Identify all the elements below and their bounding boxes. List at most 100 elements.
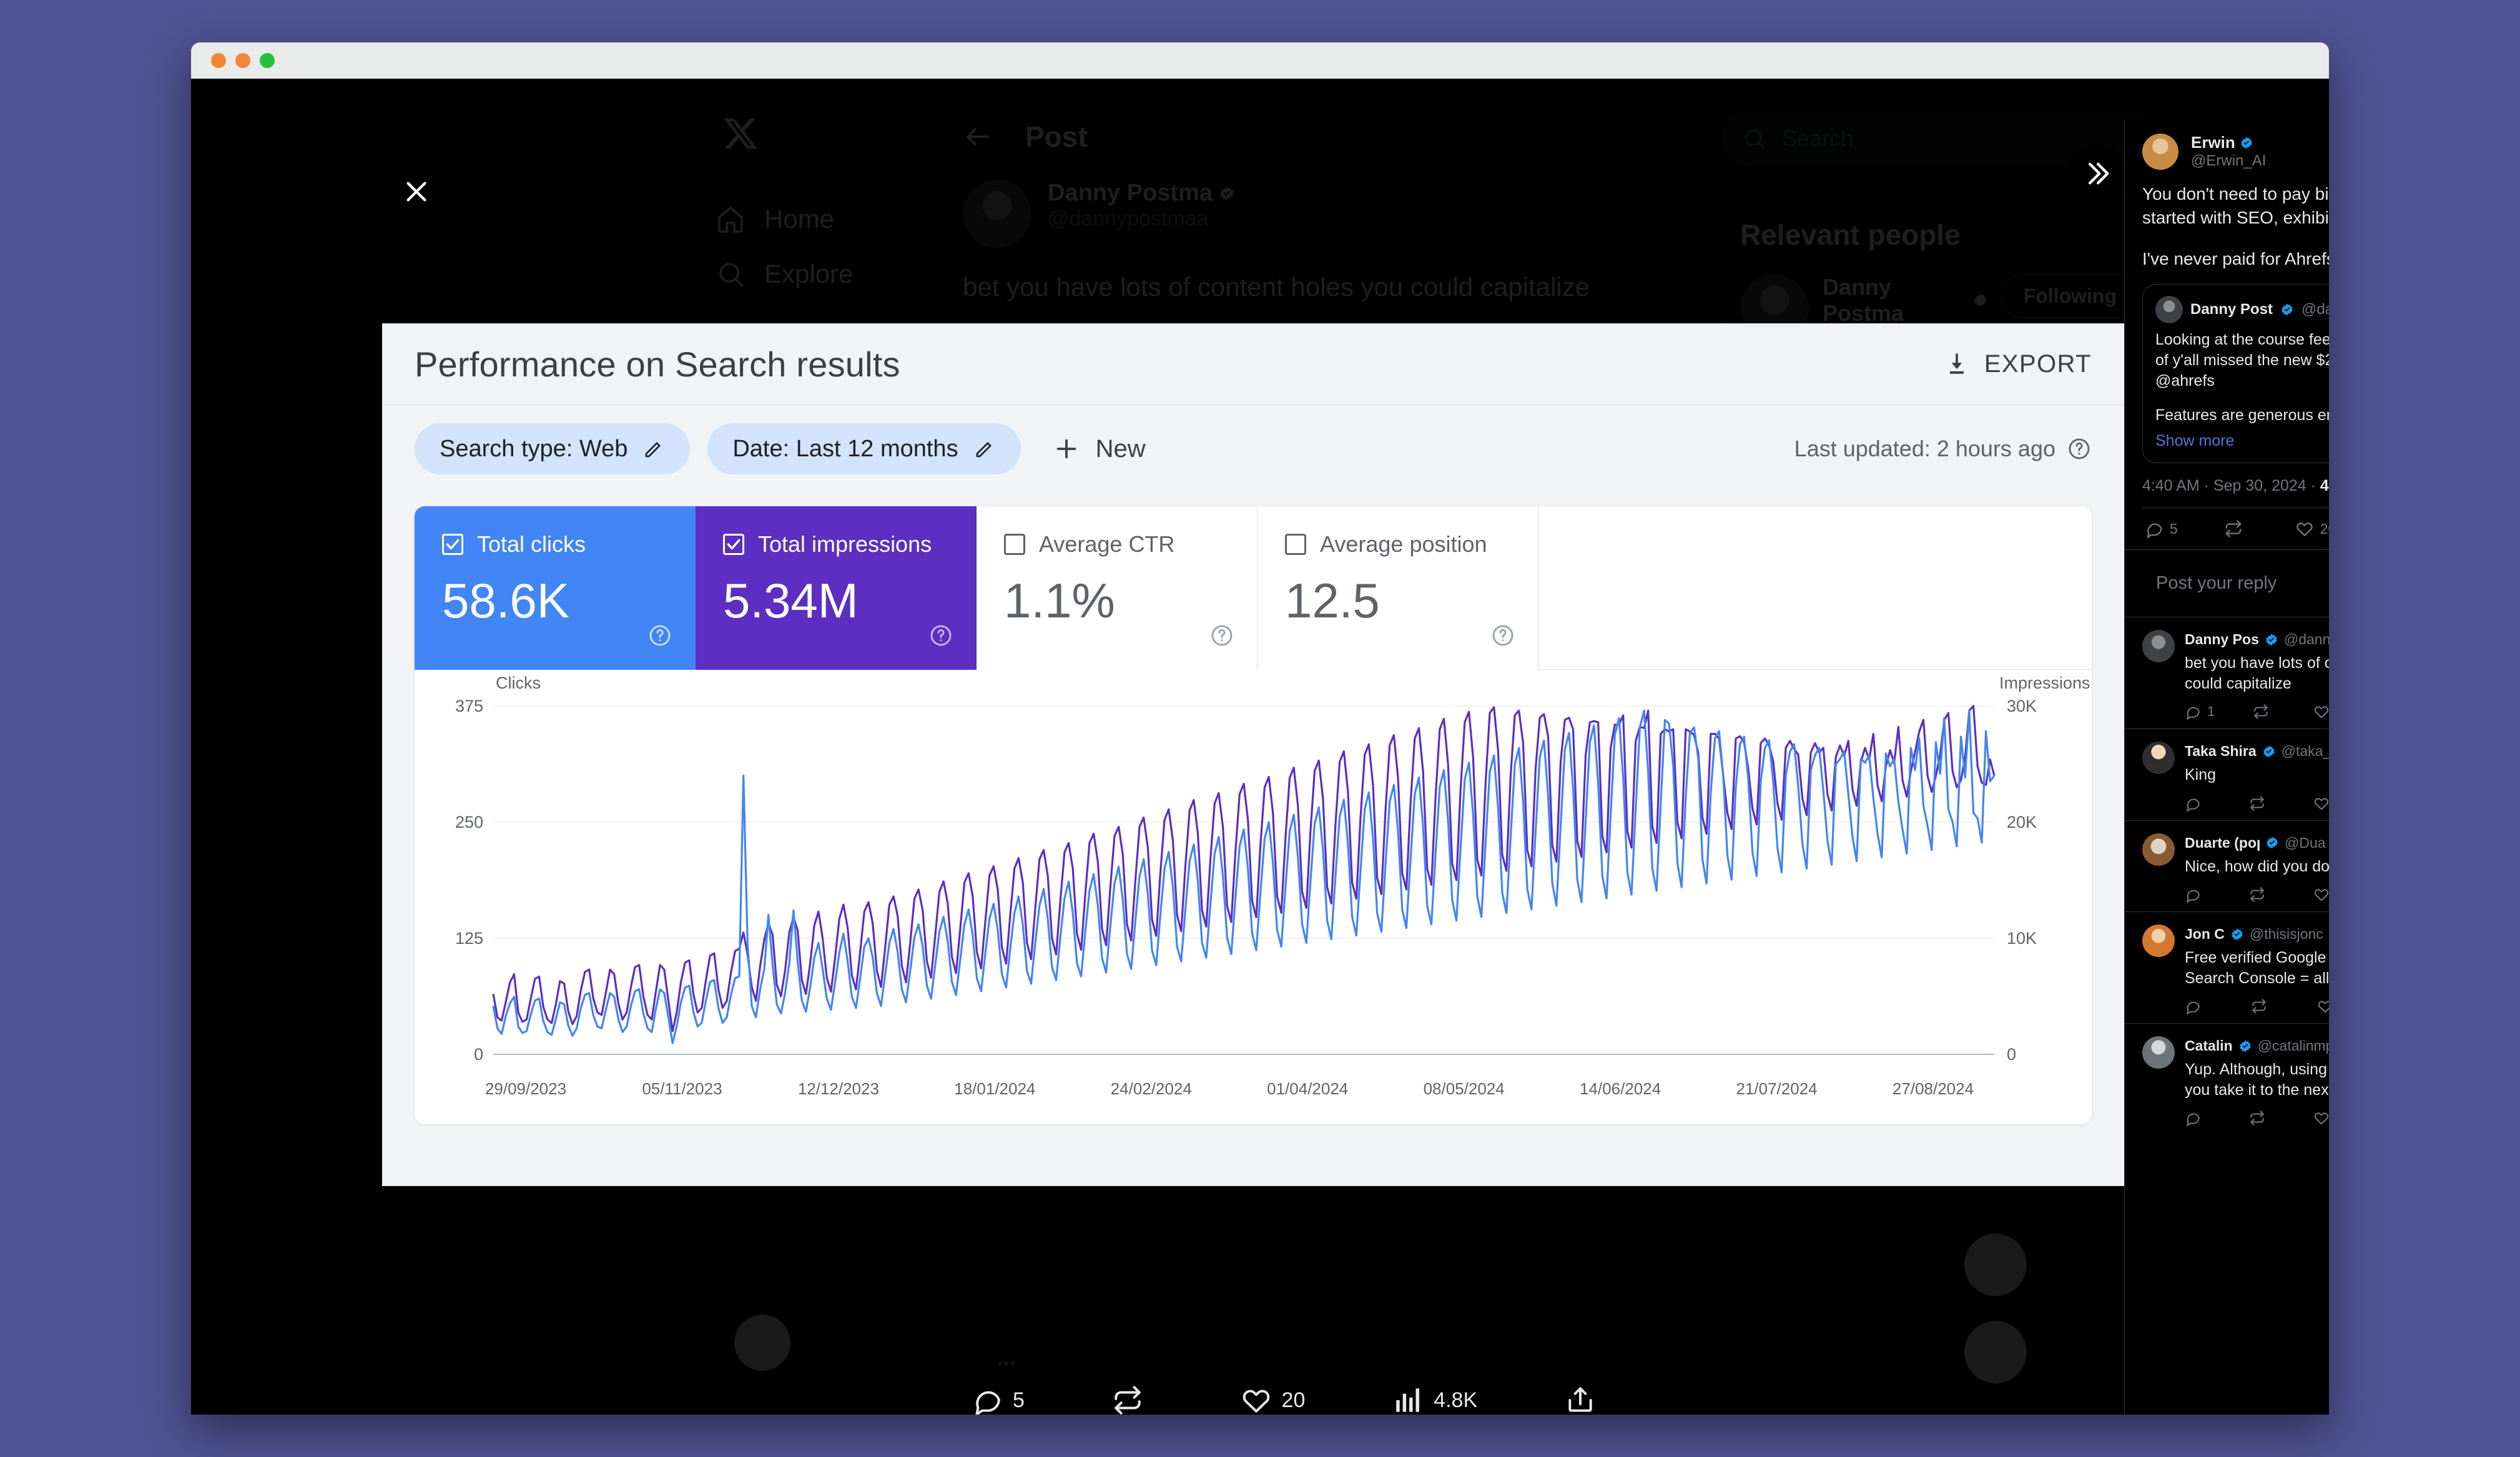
reply-input-placeholder[interactable]: Post your reply xyxy=(2142,573,2329,594)
search-icon xyxy=(1745,129,1765,149)
reply-icon xyxy=(2147,523,2162,539)
avatar[interactable] xyxy=(2142,925,2175,958)
repost-action[interactable] xyxy=(2224,519,2249,538)
browser-window: Home Explore Post Danny Postma @dannypos… xyxy=(191,42,2329,1415)
like-action[interactable] xyxy=(2313,1110,2329,1126)
avatar[interactable] xyxy=(2142,630,2175,663)
help-icon[interactable] xyxy=(1209,623,1234,651)
author-handle: @Erwin_AI xyxy=(2191,152,2267,170)
like-action[interactable] xyxy=(2313,795,2329,812)
x-logo-icon[interactable] xyxy=(722,115,759,152)
views-count: 4,837 xyxy=(2320,477,2329,495)
metric-value: 1.1% xyxy=(1004,573,1115,628)
reply-item[interactable]: Danny Pos@dannypo· Sep 30•••bet you have… xyxy=(2125,617,2329,728)
tweet-time: 4:40 AM xyxy=(2142,477,2200,495)
reply-composer[interactable]: Post your reply Reply xyxy=(2125,549,2329,617)
reply-action[interactable] xyxy=(2185,998,2207,1015)
repost-icon xyxy=(1115,1386,1141,1415)
reply-action[interactable]: 5 xyxy=(2145,519,2178,539)
verified-badge-icon xyxy=(2281,303,2293,316)
reply-item[interactable]: Taka Shira@taka_shi· Sep 30•••King100 xyxy=(2125,728,2329,820)
filter-chip-search-type[interactable]: Search type: Web xyxy=(415,423,691,474)
avatar[interactable] xyxy=(2142,742,2175,775)
reply-action[interactable] xyxy=(2185,1110,2207,1127)
reply-item[interactable]: Jon C@thisisjonc· Sep 30•••Free verified… xyxy=(2125,911,2329,1023)
metric-card-total-impressions[interactable]: Total impressions 5.34M xyxy=(696,506,977,670)
reply-action-bar: 140 xyxy=(2185,886,2329,903)
reply-item[interactable]: Catalin@catalinmpit· Sep 30•••Yup. Altho… xyxy=(2125,1023,2329,1135)
help-icon xyxy=(649,625,671,646)
tweet-paragraph: I've never paid for Ahrefs or Semrush: xyxy=(2142,248,2329,268)
x-axis-tick: 27/08/2024 xyxy=(1892,1079,1974,1098)
help-icon[interactable] xyxy=(1490,623,1515,651)
reply-action[interactable]: 5 xyxy=(972,1385,1025,1415)
help-icon[interactable] xyxy=(928,623,953,651)
post-header: Post xyxy=(934,106,1633,154)
new-filter-button[interactable]: New xyxy=(1052,434,1146,463)
quoted-author-handle: @dannypos xyxy=(2301,301,2329,318)
sidebar-item-explore[interactable]: Explore xyxy=(696,247,920,302)
repost-action[interactable] xyxy=(2249,1110,2271,1126)
filter-chip-date[interactable]: Date: Last 12 months xyxy=(707,423,1021,474)
close-modal-button[interactable] xyxy=(390,165,443,218)
checkbox-total-clicks[interactable] xyxy=(442,534,463,555)
reply-action[interactable]: 1 xyxy=(2185,704,2215,720)
metric-card-average-position[interactable]: Average position 12.5 xyxy=(1258,506,1538,670)
like-action[interactable]: 1 xyxy=(2313,886,2329,903)
performance-chart-card: Total clicks 58.6K Total impressions 5.3… xyxy=(415,506,2092,1124)
window-close-dot[interactable] xyxy=(211,53,226,68)
metric-card-average-ctr[interactable]: Average CTR 1.1% xyxy=(977,506,1258,670)
page-title: Performance on Search results xyxy=(415,344,900,384)
show-more-link[interactable]: Show more xyxy=(2155,432,2329,450)
metric-toggle-row: Total clicks 58.6K Total impressions 5.3… xyxy=(415,506,2092,670)
x-axis-tick: 12/12/2023 xyxy=(798,1079,879,1098)
reply-item[interactable]: Duarte (popa@Dua· Sep 30•••Nice, how did… xyxy=(2125,820,2329,912)
window-minimize-dot[interactable] xyxy=(235,53,250,68)
metric-card-total-clicks[interactable]: Total clicks 58.6K xyxy=(415,506,696,670)
sidebar-item-home[interactable]: Home xyxy=(696,192,920,247)
tweet-more-dots[interactable]: ••• xyxy=(997,1353,1016,1375)
y-axis-left-tick: 375 xyxy=(455,697,483,715)
heart-icon xyxy=(2315,1112,2329,1125)
back-arrow-icon[interactable] xyxy=(963,122,993,152)
like-action[interactable]: 20 xyxy=(2295,519,2329,538)
export-button[interactable]: EXPORT xyxy=(1943,350,2092,378)
verified-badge-icon xyxy=(2241,137,2252,149)
reply-icon xyxy=(2187,890,2200,903)
checkbox-average-position[interactable] xyxy=(1285,534,1306,555)
checkbox-total-impressions[interactable] xyxy=(723,534,744,555)
heart-icon xyxy=(2315,889,2329,901)
window-zoom-dot[interactable] xyxy=(260,53,275,68)
avatar[interactable] xyxy=(2142,1036,2175,1069)
repost-action[interactable] xyxy=(2253,704,2275,720)
help-icon[interactable] xyxy=(2067,436,2092,461)
reply-action[interactable] xyxy=(2185,795,2207,812)
help-icon[interactable] xyxy=(647,623,672,651)
reply-action-bar: 132 xyxy=(2185,1110,2329,1127)
like-action[interactable]: 20 xyxy=(1241,1385,1305,1415)
metric-value: 5.34M xyxy=(723,573,859,628)
view-count: 4.8K xyxy=(1434,1388,1478,1412)
analytics-icon xyxy=(1396,1388,1420,1412)
following-button[interactable]: Following xyxy=(2001,274,2139,318)
avatar[interactable] xyxy=(2142,134,2178,170)
repost-icon xyxy=(2225,520,2242,538)
expand-sidebar-button[interactable] xyxy=(2068,145,2125,202)
share-icon xyxy=(1568,1387,1592,1412)
repost-action[interactable] xyxy=(2249,886,2271,903)
reply-action[interactable] xyxy=(2185,886,2207,903)
views-action[interactable]: 4.8K xyxy=(1392,1385,1477,1415)
repost-action[interactable] xyxy=(2251,998,2273,1014)
repost-action[interactable] xyxy=(2249,795,2271,812)
avatar[interactable] xyxy=(2142,833,2175,866)
repost-icon xyxy=(2254,704,2268,720)
metric-row-filler xyxy=(1538,506,2092,670)
like-action[interactable]: 1 xyxy=(2313,704,2329,720)
like-action[interactable] xyxy=(2317,998,2329,1014)
share-action[interactable] xyxy=(1565,1385,1596,1415)
person-name: Danny Postma xyxy=(1823,274,1904,326)
repost-action[interactable] xyxy=(1112,1385,1153,1415)
quoted-tweet[interactable]: Danny Post @dannypos · Sep 30 Looking at… xyxy=(2142,284,2329,464)
search-placeholder: Search xyxy=(1782,125,1854,151)
checkbox-average-ctr[interactable] xyxy=(1004,534,1025,555)
